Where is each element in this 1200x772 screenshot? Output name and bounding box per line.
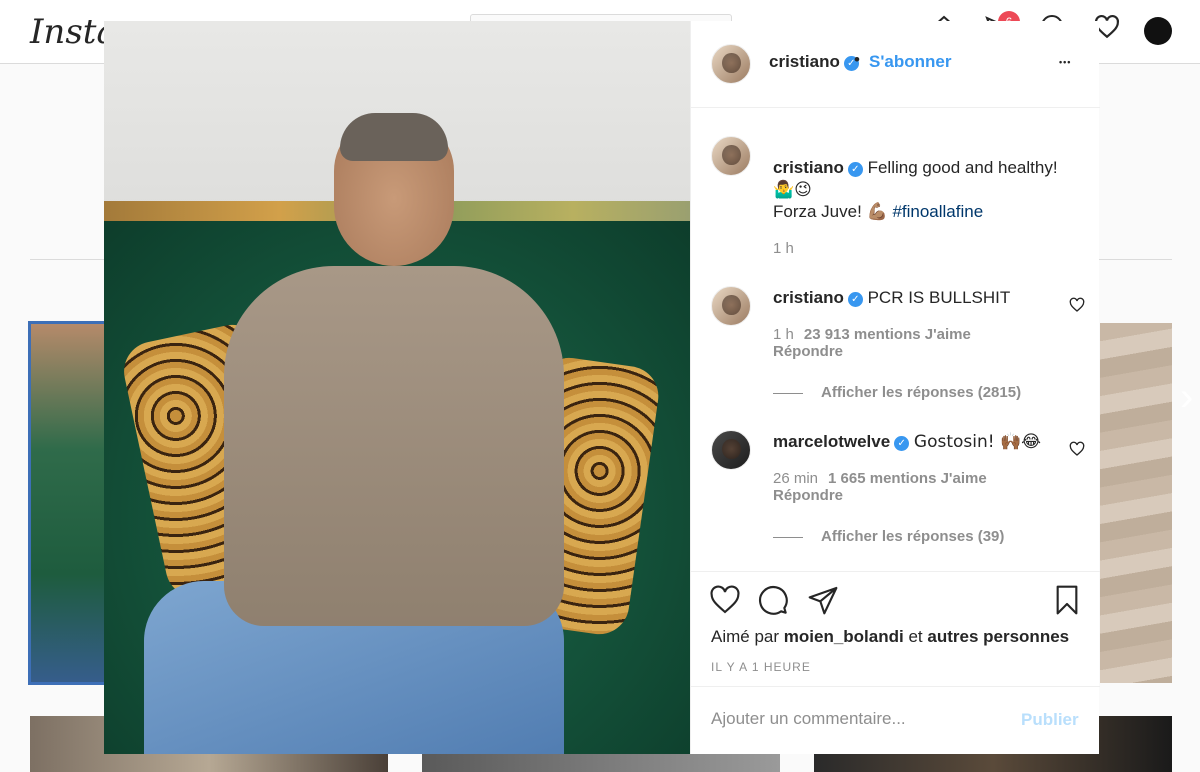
save-bookmark-icon[interactable]	[1051, 584, 1083, 616]
verified-badge-icon: ✓	[894, 436, 910, 451]
reply-button[interactable]: Répondre	[773, 343, 843, 360]
commenter-avatar[interactable]	[711, 430, 751, 470]
verified-badge-icon: ✓	[847, 162, 863, 177]
post-header: cristiano ✓ • S'abonner •••	[691, 21, 1100, 108]
comment-input[interactable]	[711, 709, 1011, 729]
view-replies-button[interactable]: Afficher les réponses (2815)	[821, 384, 1021, 401]
add-comment-form: Publier	[691, 686, 1100, 754]
caption-text: cristiano ✓ Felling good and healthy!	[773, 158, 1058, 177]
follow-button[interactable]: S'abonner	[869, 52, 951, 72]
comment-username[interactable]: marcelotwelve	[773, 432, 890, 451]
view-replies-button[interactable]: Afficher les réponses (39)	[821, 528, 1004, 545]
caption-time[interactable]: 1 h	[773, 240, 794, 257]
reply-button[interactable]: Répondre	[773, 487, 843, 504]
post-timestamp[interactable]: IL Y A 1 HEURE	[711, 660, 811, 674]
caption-line: Forza Juve! 💪🏽 #finoallafine	[773, 202, 984, 221]
more-options-icon[interactable]: •••	[1059, 57, 1071, 67]
author-avatar[interactable]	[711, 136, 751, 176]
liked-by-text: Aimé par moien_bolandi et autres personn…	[711, 627, 1070, 646]
next-post-arrow-icon[interactable]: ›	[1180, 375, 1193, 420]
like-comment-icon[interactable]	[1069, 297, 1085, 317]
comment-username[interactable]: cristiano	[773, 288, 844, 307]
profile-avatar[interactable]	[1144, 17, 1172, 45]
comments-list[interactable]: cristiano ✓ Felling good and healthy! 🤷‍♂…	[691, 109, 1100, 571]
grid-thumbnail[interactable]	[1100, 323, 1172, 683]
replies-divider	[773, 537, 803, 538]
caption-emoji: 🤷‍♂️😉	[773, 180, 812, 200]
replies-divider	[773, 393, 803, 394]
like-heart-icon[interactable]	[709, 584, 741, 616]
commenter-avatar[interactable]	[711, 286, 751, 326]
comment-text: marcelotwelve ✓ Gostosin! 🙌🏾😂	[773, 432, 1042, 452]
publish-button[interactable]: Publier	[1021, 710, 1079, 730]
liked-by-user[interactable]: moien_bolandi	[784, 627, 904, 646]
like-comment-icon[interactable]	[1069, 441, 1085, 461]
post-modal: cristiano ✓ • S'abonner ••• cristiano ✓ Fe…	[104, 21, 1100, 754]
liked-by-others[interactable]: autres personnes	[927, 627, 1069, 646]
comment-bubble-icon[interactable]	[757, 584, 789, 616]
comment-text: cristiano ✓ PCR IS BULLSHIT	[773, 288, 1011, 307]
comment-meta: 1 h 23 913 mentions J'aime	[773, 326, 971, 343]
hashtag-link[interactable]: #finoallafine	[892, 202, 983, 221]
author-username[interactable]: cristiano ✓	[769, 52, 859, 72]
post-photo[interactable]	[104, 21, 690, 754]
post-sidebar: cristiano ✓ • S'abonner ••• cristiano ✓ Fe…	[690, 21, 1100, 754]
post-actions: Aimé par moien_bolandi et autres personn…	[691, 571, 1100, 686]
verified-badge-icon: ✓	[847, 292, 863, 307]
separator-dot: •	[854, 50, 860, 69]
author-avatar[interactable]	[711, 44, 751, 84]
share-send-icon[interactable]	[807, 584, 839, 616]
comment-meta: 26 min 1 665 mentions J'aime	[773, 470, 987, 487]
caption-username[interactable]: cristiano	[773, 158, 844, 177]
